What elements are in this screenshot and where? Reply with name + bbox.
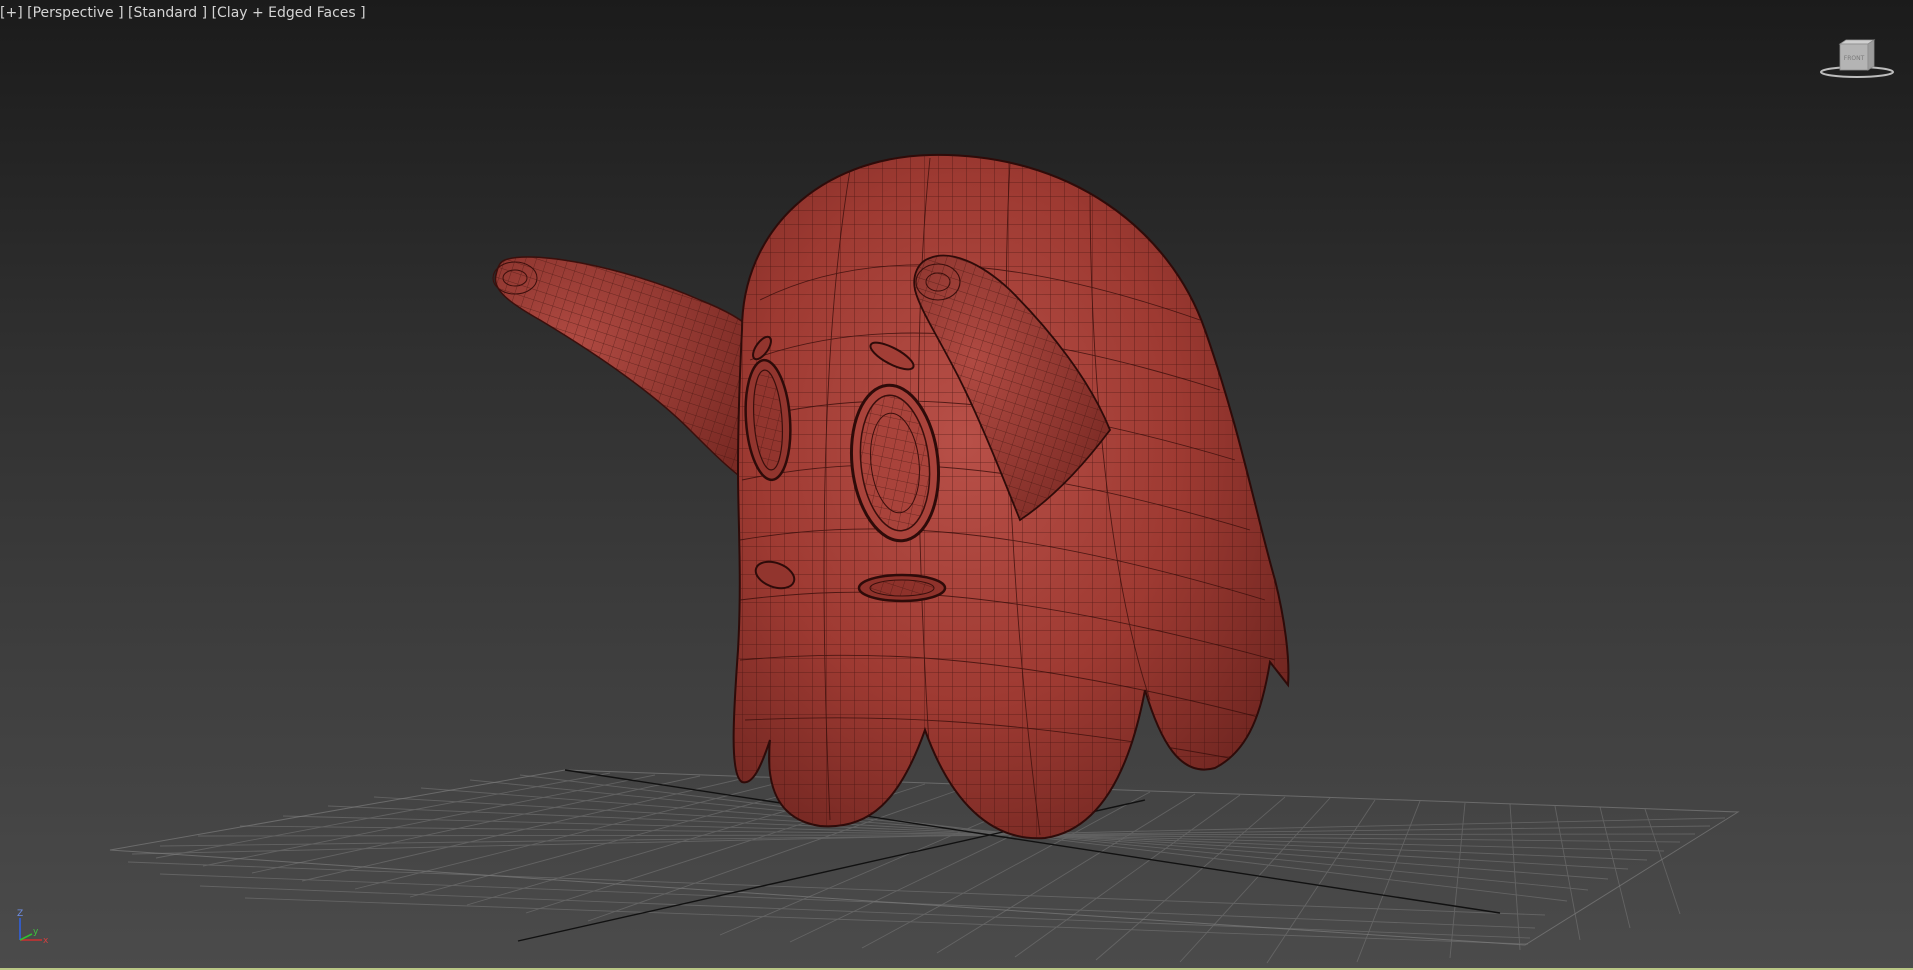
viewport-scene[interactable] — [0, 0, 1913, 970]
axis-y-label: y — [33, 927, 39, 937]
viewcube-face-label[interactable]: FRONT — [1844, 55, 1865, 62]
viewport-label-menu[interactable]: [+] [Perspective ] [Standard ] [Clay + E… — [0, 5, 366, 21]
axis-z-label: Z — [17, 909, 23, 919]
ghost-mesh[interactable] — [492, 140, 1320, 860]
ghost-body[interactable] — [700, 140, 1320, 860]
viewport-general-menu[interactable]: [+] — [0, 5, 23, 21]
ground-grid — [109, 769, 1740, 964]
viewport-pov-menu[interactable]: [Perspective ] — [27, 5, 123, 21]
ghost-mouth[interactable] — [857, 573, 947, 603]
axis-x-label: x — [43, 936, 49, 946]
ghost-left-arm[interactable] — [492, 256, 753, 482]
viewcube-icon[interactable]: FRONT — [1818, 34, 1896, 80]
perspective-viewport[interactable]: [+] [Perspective ] [Standard ] [Clay + E… — [0, 0, 1913, 970]
viewport-display-mode-menu[interactable]: [Clay + Edged Faces ] — [212, 5, 366, 21]
viewport-shading-preset-menu[interactable]: [Standard ] — [128, 5, 207, 21]
axis-tripod-icon: Z x y — [17, 909, 49, 946]
